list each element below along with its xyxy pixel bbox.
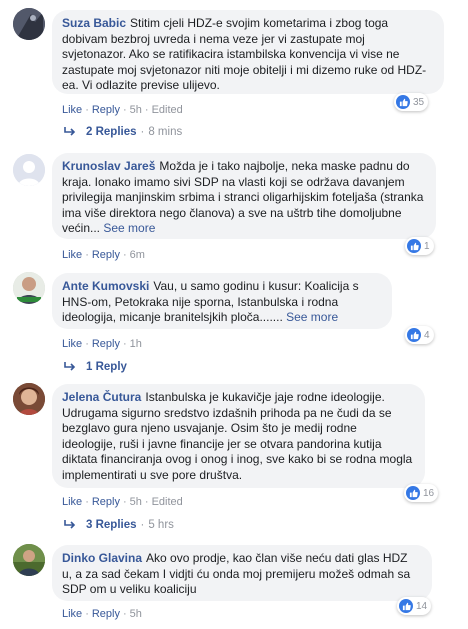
reaction-count[interactable]: 14 bbox=[397, 597, 432, 615]
like-reaction-icon bbox=[407, 328, 421, 342]
reply-button[interactable]: Reply bbox=[92, 249, 120, 261]
reply-button[interactable]: Reply bbox=[92, 104, 120, 116]
comment-actions: Like · Reply · 5h bbox=[62, 608, 142, 620]
comment-time[interactable]: 6m bbox=[130, 249, 145, 261]
comment-time[interactable]: 5h bbox=[130, 496, 142, 508]
reply-arrow-icon bbox=[64, 127, 76, 136]
avatar[interactable] bbox=[13, 383, 45, 415]
reply-arrow-icon bbox=[64, 520, 76, 529]
reaction-count[interactable]: 4 bbox=[405, 326, 434, 344]
replies-count: 1 Reply bbox=[86, 361, 127, 373]
separator-dot: · bbox=[122, 608, 127, 620]
like-reaction-icon bbox=[406, 486, 420, 500]
like-reaction-icon bbox=[399, 599, 413, 613]
reaction-count[interactable]: 1 bbox=[405, 237, 434, 255]
comment-bubble: Ante Kumovski Vau, u samo godinu i kusur:… bbox=[52, 273, 392, 329]
like-button[interactable]: Like bbox=[62, 496, 82, 508]
avatar-photo-icon bbox=[13, 544, 45, 576]
comment-time[interactable]: 5h bbox=[130, 608, 142, 620]
like-button[interactable]: Like bbox=[62, 338, 82, 350]
separator-dot: · bbox=[122, 338, 127, 350]
avatar-photo-icon bbox=[13, 272, 45, 304]
comment-actions: Like · Reply · 5h · Edited bbox=[62, 496, 183, 508]
avatar[interactable] bbox=[13, 272, 45, 304]
reply-button[interactable]: Reply bbox=[92, 608, 120, 620]
avatar[interactable] bbox=[13, 8, 45, 40]
reaction-count[interactable]: 35 bbox=[394, 93, 429, 111]
separator-dot: · bbox=[85, 608, 89, 620]
default-avatar-icon bbox=[13, 154, 45, 186]
comment-bubble: Krunoslav Jareš Možda je i tako najbolje,… bbox=[52, 153, 436, 239]
comment-bubble: Suza Babic Stitim cjeli HDZ-e svojim kome… bbox=[52, 10, 444, 94]
reaction-number: 1 bbox=[424, 240, 430, 252]
replies-count: 3 Replies bbox=[86, 519, 137, 531]
comment-time[interactable]: 1h bbox=[130, 338, 142, 350]
separator-dot: · bbox=[140, 519, 145, 531]
comment-bubble: Dinko Glavina Ako ovo prodje, kao član vi… bbox=[52, 545, 432, 601]
see-more-link[interactable]: See more bbox=[286, 310, 338, 324]
view-replies-link[interactable]: 2 Replies · 8 mins bbox=[64, 126, 182, 138]
separator-dot: · bbox=[122, 249, 127, 261]
like-button[interactable]: Like bbox=[62, 249, 82, 261]
replies-count: 2 Replies bbox=[86, 126, 137, 138]
like-reaction-icon bbox=[407, 239, 421, 253]
reaction-number: 4 bbox=[424, 329, 430, 341]
replies-time: 5 hrs bbox=[148, 519, 174, 531]
comment-author[interactable]: Jelena Čutura bbox=[62, 390, 141, 404]
separator-dot: · bbox=[144, 104, 149, 116]
comment-actions: Like · Reply · 1h bbox=[62, 338, 142, 350]
reply-arrow-icon bbox=[64, 362, 76, 371]
avatar[interactable] bbox=[13, 544, 45, 576]
reaction-number: 14 bbox=[416, 600, 428, 612]
separator-dot: · bbox=[144, 496, 149, 508]
comment-author[interactable]: Ante Kumovski bbox=[62, 279, 149, 293]
reply-button[interactable]: Reply bbox=[92, 496, 120, 508]
reaction-number: 16 bbox=[423, 487, 435, 499]
avatar-photo-icon bbox=[13, 383, 45, 415]
avatar[interactable] bbox=[13, 154, 45, 186]
separator-dot: · bbox=[140, 126, 145, 138]
comment-author[interactable]: Suza Babic bbox=[62, 16, 126, 30]
view-replies-link[interactable]: 3 Replies · 5 hrs bbox=[64, 519, 174, 531]
reaction-number: 35 bbox=[413, 96, 425, 108]
reaction-count[interactable]: 16 bbox=[404, 484, 439, 502]
separator-dot: · bbox=[85, 338, 89, 350]
comment-actions: Like · Reply · 5h · Edited bbox=[62, 104, 183, 116]
separator-dot: · bbox=[85, 104, 89, 116]
separator-dot: · bbox=[122, 104, 127, 116]
comment-time[interactable]: 5h bbox=[130, 104, 142, 116]
replies-time: 8 mins bbox=[148, 126, 183, 138]
avatar-image-icon bbox=[13, 8, 45, 40]
reply-button[interactable]: Reply bbox=[92, 338, 120, 350]
like-button[interactable]: Like bbox=[62, 104, 82, 116]
like-button[interactable]: Like bbox=[62, 608, 82, 620]
see-more-link[interactable]: See more bbox=[103, 221, 155, 235]
separator-dot: · bbox=[85, 496, 89, 508]
comment-author[interactable]: Krunoslav Jareš bbox=[62, 159, 155, 173]
edited-label[interactable]: Edited bbox=[152, 496, 183, 508]
view-replies-link[interactable]: 1 Reply bbox=[64, 361, 127, 373]
edited-label[interactable]: Edited bbox=[152, 104, 183, 116]
comment-bubble: Jelena Čutura Istanbulska je kukavičje ja… bbox=[52, 384, 425, 488]
separator-dot: · bbox=[85, 249, 89, 261]
comment-actions: Like · Reply · 6m bbox=[62, 249, 145, 261]
like-reaction-icon bbox=[396, 95, 410, 109]
comment-author[interactable]: Dinko Glavina bbox=[62, 551, 142, 565]
separator-dot: · bbox=[122, 496, 127, 508]
